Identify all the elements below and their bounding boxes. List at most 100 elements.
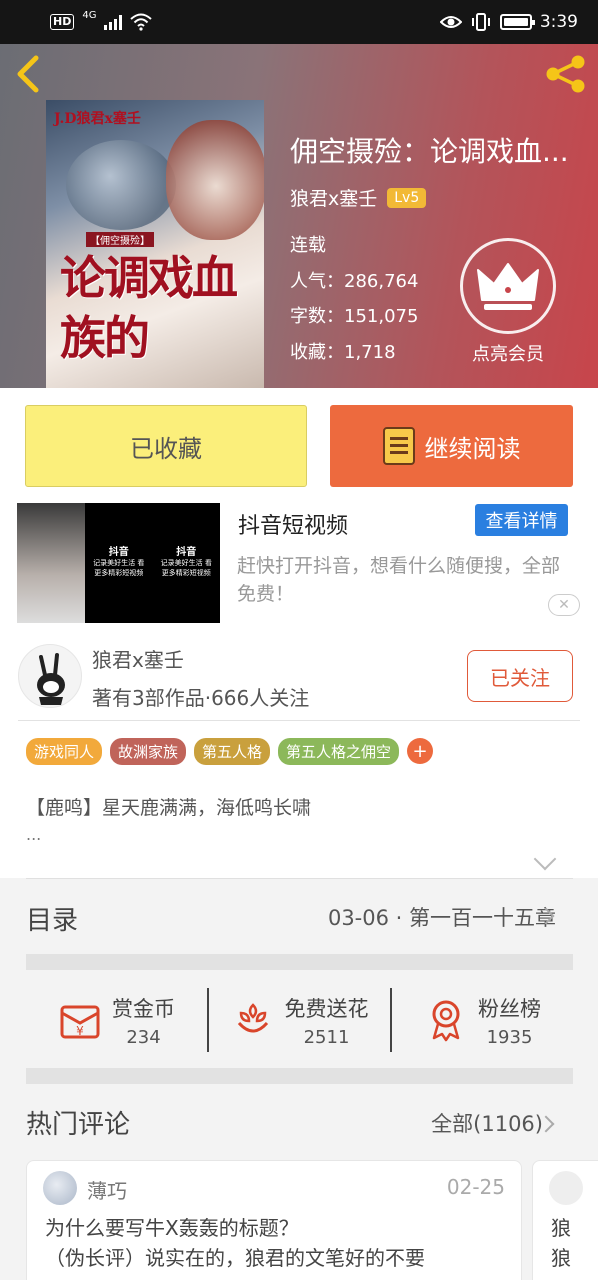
ad-close-button[interactable]: ✕	[548, 594, 580, 616]
ad-banner[interactable]: 抖音 记录美好生活 看更多精彩短视频 抖音 记录美好生活 看更多精彩短视频 抖音短视…	[0, 496, 598, 632]
comment-line: 狼	[551, 1246, 571, 1270]
network-type: 4G	[82, 10, 97, 21]
popularity-stat: 人气：286,764	[290, 270, 419, 292]
tag-list: 游戏同人 故渊家族 第五人格 第五人格之佣空 +	[26, 738, 434, 765]
status-right: 3:39	[439, 12, 578, 32]
comment-line: （伪长评）说实在的，狼君的文笔好的不要	[45, 1246, 425, 1270]
author-card-meta: 著有3部作品·666人关注	[92, 686, 310, 710]
serial-status: 连载	[290, 235, 326, 256]
medal-icon	[432, 1000, 460, 1042]
ad-photo	[17, 503, 85, 623]
reward-text: 粉丝榜 1935	[478, 993, 541, 1048]
favorited-label: 已收藏	[130, 434, 202, 463]
vip-button[interactable]: 点亮会员	[460, 238, 556, 366]
signal-icon	[104, 14, 123, 30]
latest-chapter[interactable]: 03-06 · 第一百一十五章	[328, 902, 556, 932]
reward-text: 免费送花 2511	[285, 993, 369, 1048]
cover-illustration-girl	[166, 120, 264, 240]
action-bar: 已收藏 继续阅读	[0, 388, 598, 496]
cover-illustration-wolf	[66, 140, 176, 230]
author-row[interactable]: 狼君x塞壬 Lv5	[290, 184, 427, 211]
author-card-name[interactable]: 狼君x塞壬	[92, 644, 184, 673]
status-bar: HD 4G 3:39	[0, 0, 598, 44]
level-badge: Lv5	[387, 187, 427, 208]
rewards-row: ¥ 赏金币 234 免费送花 2511 粉丝榜 1935	[26, 970, 573, 1070]
bunny-avatar-icon	[37, 653, 65, 705]
reward-label: 免费送花	[284, 996, 369, 1021]
expand-intro-chevron-icon[interactable]	[533, 847, 557, 871]
more-tags-button[interactable]: +	[407, 738, 434, 764]
ad-panel: 抖音 记录美好生活 看更多精彩短视频	[90, 548, 148, 578]
eye-icon	[439, 16, 462, 28]
crown-icon	[477, 263, 539, 310]
comments-header: 热门评论 全部(1106)	[26, 1104, 573, 1141]
ad-description: 赶快打开抖音，想看什么随便搜，全部免费！	[237, 555, 561, 605]
comment-line: 狼	[551, 1216, 571, 1240]
reward-count: 2511	[303, 1026, 350, 1048]
all-comments-link[interactable]: 全部(1106)	[431, 1108, 543, 1138]
commenter-avatar[interactable]	[549, 1171, 583, 1205]
section-separator	[26, 1068, 573, 1084]
red-envelope-icon: ¥	[60, 1005, 100, 1039]
reward-flowers[interactable]: 免费送花 2511	[207, 988, 390, 1052]
ad-image[interactable]: 抖音 记录美好生活 看更多精彩短视频 抖音 记录美好生活 看更多精彩短视频	[17, 503, 220, 623]
comment-text: 狼 狼	[551, 1213, 571, 1273]
book-intro: 【鹿鸣】星天鹿满满，海低鸣长啸	[26, 797, 312, 819]
continue-reading-button[interactable]: 继续阅读	[330, 405, 573, 487]
wifi-icon	[130, 13, 153, 31]
tiktok-logo-text: 抖音	[176, 547, 197, 558]
tag-item[interactable]: 游戏同人	[26, 738, 103, 765]
vip-label: 点亮会员	[472, 344, 544, 365]
hd-badge: HD	[50, 14, 75, 30]
cover-subtitle: 【佣空摄殓】	[86, 232, 154, 247]
word-count-stat: 字数：151,075	[290, 306, 419, 327]
cover-title: 论调戏血族的	[60, 251, 238, 365]
reward-coins[interactable]: ¥ 赏金币 234	[26, 988, 207, 1052]
continue-reading-label: 继续阅读	[424, 434, 521, 463]
author-card[interactable]: 狼君x塞壬 著有3部作品·666人关注 已关注	[0, 632, 598, 722]
tag-item[interactable]: 第五人格	[194, 738, 271, 765]
commenter-name[interactable]: 薄巧	[87, 1175, 127, 1204]
battery-icon	[499, 14, 535, 30]
author-avatar[interactable]	[18, 644, 82, 708]
catalog-divider	[26, 878, 573, 879]
ad-panel: 抖音 记录美好生活 看更多精彩短视频	[157, 548, 215, 578]
cover-author-text: J.D狼君x塞壬	[54, 111, 141, 127]
ad-details-button[interactable]: 查看详情	[475, 504, 568, 536]
tags-intro-section: 游戏同人 故渊家族 第五人格 第五人格之佣空 + 【鹿鸣】星天鹿满满，海低鸣长啸…	[0, 721, 598, 881]
follow-button[interactable]: 已关注	[467, 650, 573, 702]
comment-card[interactable]: 狼 狼	[532, 1160, 598, 1280]
book-cover[interactable]: J.D狼君x塞壬 【佣空摄殓】 论调戏血族的	[46, 100, 264, 388]
favorited-button[interactable]: 已收藏	[25, 405, 307, 487]
book-title: 佣空摄殓：论调戏血...	[290, 135, 569, 168]
comment-text: 为什么要写牛X轰轰的标题？ （伪长评）说实在的，狼君的文笔好的不要	[45, 1213, 515, 1273]
reward-label: 粉丝榜	[478, 996, 541, 1021]
commenter-avatar[interactable]	[43, 1171, 77, 1205]
clock: 3:39	[539, 12, 578, 32]
comment-date: 02-25	[446, 1175, 505, 1199]
reward-fans[interactable]: 粉丝榜 1935	[390, 988, 573, 1052]
ad-panels: 抖音 记录美好生活 看更多精彩短视频 抖音 记录美好生活 看更多精彩短视频	[85, 503, 220, 623]
author-name[interactable]: 狼君x塞壬	[290, 184, 377, 211]
flower-icon	[237, 1003, 268, 1033]
vibrate-icon	[471, 13, 490, 31]
reward-label: 赏金币	[112, 996, 175, 1021]
book-icon	[382, 427, 415, 465]
tag-item[interactable]: 故渊家族	[110, 738, 187, 765]
back-button[interactable]	[14, 54, 50, 93]
reward-count: 1935	[486, 1026, 533, 1048]
catalog-title: 目录	[26, 906, 79, 936]
chevron-left-icon	[17, 55, 39, 93]
section-separator	[26, 954, 573, 970]
share-icon	[546, 55, 585, 93]
tag-item[interactable]: 第五人格之佣空	[278, 738, 400, 765]
book-header: J.D狼君x塞壬 【佣空摄殓】 论调戏血族的 佣空摄殓：论调戏血... 狼君x塞…	[0, 44, 598, 388]
catalog-row[interactable]: 目录 03-06 · 第一百一十五章	[0, 878, 598, 954]
reward-text: 赏金币 234	[112, 993, 175, 1048]
share-button[interactable]	[544, 54, 588, 94]
comment-line: 为什么要写牛X轰轰的标题？	[45, 1216, 299, 1240]
status-left: HD 4G	[50, 10, 153, 31]
vip-badge	[460, 238, 556, 334]
comment-card[interactable]: 薄巧 02-25 为什么要写牛X轰轰的标题？ （伪长评）说实在的，狼君的文笔好的…	[26, 1160, 522, 1280]
ad-panel-caption: 记录美好生活 看更多精彩短视频	[93, 559, 145, 577]
